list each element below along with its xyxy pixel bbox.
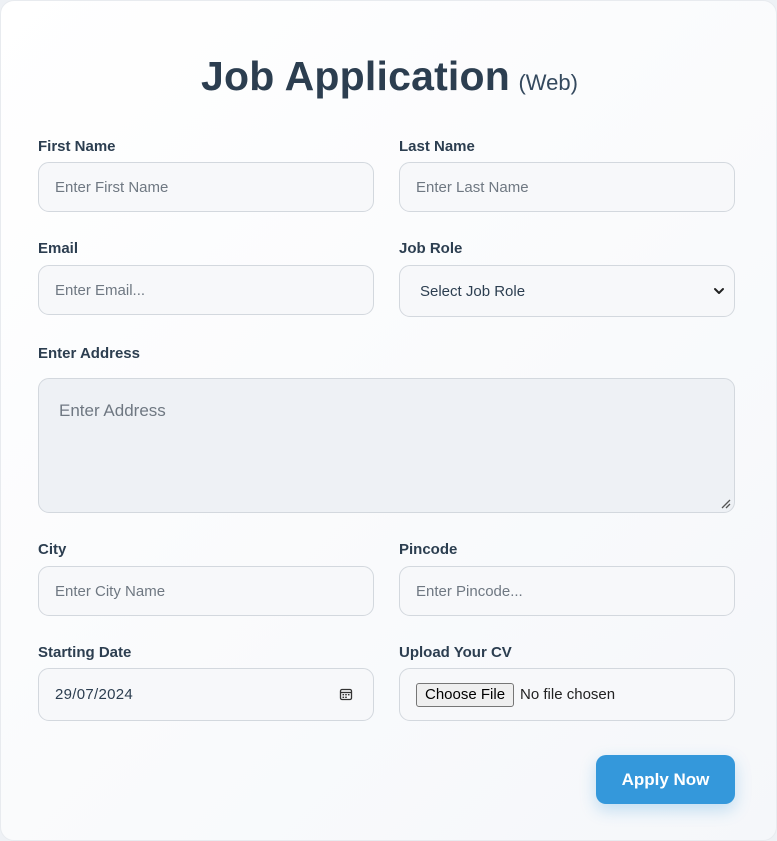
email-placeholder: Enter Email... [55,281,146,299]
last-name-placeholder: Enter Last Name [416,178,529,196]
city-group: City Enter City Name [38,540,374,616]
pincode-label: Pincode [399,541,458,558]
email-group: Email Enter Email... [38,239,374,315]
cv-upload-group: Upload Your CV Choose File No file chose… [399,643,735,721]
application-card: Job Application (Web) First Name Enter F… [0,0,777,841]
starting-date-value: 29/07/2024 [55,686,134,703]
page-header: Job Application (Web) [1,53,777,100]
starting-date-group: Starting Date 29/07/2024 [38,643,374,721]
job-role-label: Job Role [399,240,463,257]
page-subtitle: (Web) [518,70,578,95]
resize-handle-icon[interactable] [719,497,731,509]
starting-date-label: Starting Date [38,644,132,661]
pincode-group: Pincode Enter Pincode... [399,540,735,616]
file-status-text: No file chosen [520,686,616,703]
first-name-input[interactable]: Enter First Name [38,162,374,212]
apply-now-button[interactable]: Apply Now [596,755,735,804]
email-label: Email [38,240,79,257]
job-role-select[interactable]: Select Job Role [399,265,735,317]
choose-file-button[interactable]: Choose File [416,682,515,707]
last-name-label: Last Name [399,138,475,155]
email-input[interactable]: Enter Email... [38,265,374,315]
last-name-input[interactable]: Enter Last Name [399,162,735,212]
cv-upload-label: Upload Your CV [399,644,512,661]
city-input[interactable]: Enter City Name [38,566,374,616]
page-title: Job Application [201,53,511,99]
first-name-label: First Name [38,138,116,155]
chevron-down-icon [714,288,724,294]
pincode-placeholder: Enter Pincode... [416,582,523,600]
last-name-group: Last Name Enter Last Name [399,137,735,212]
city-placeholder: Enter City Name [55,582,166,600]
job-role-selected: Select Job Role [420,282,526,300]
first-name-group: First Name Enter First Name [38,137,374,212]
address-label: Enter Address [38,345,140,362]
address-textarea[interactable]: Enter Address [38,378,735,513]
cv-file-input: Choose File No file chosen [399,668,735,721]
first-name-placeholder: Enter First Name [55,178,169,196]
address-placeholder: Enter Address [59,401,166,420]
pincode-input[interactable]: Enter Pincode... [399,566,735,616]
city-label: City [38,541,67,558]
starting-date-input[interactable]: 29/07/2024 [38,668,374,721]
calendar-icon[interactable] [339,687,353,701]
job-role-group: Job Role Select Job Role [399,239,735,317]
address-group: Enter Address Enter Address [38,344,735,513]
